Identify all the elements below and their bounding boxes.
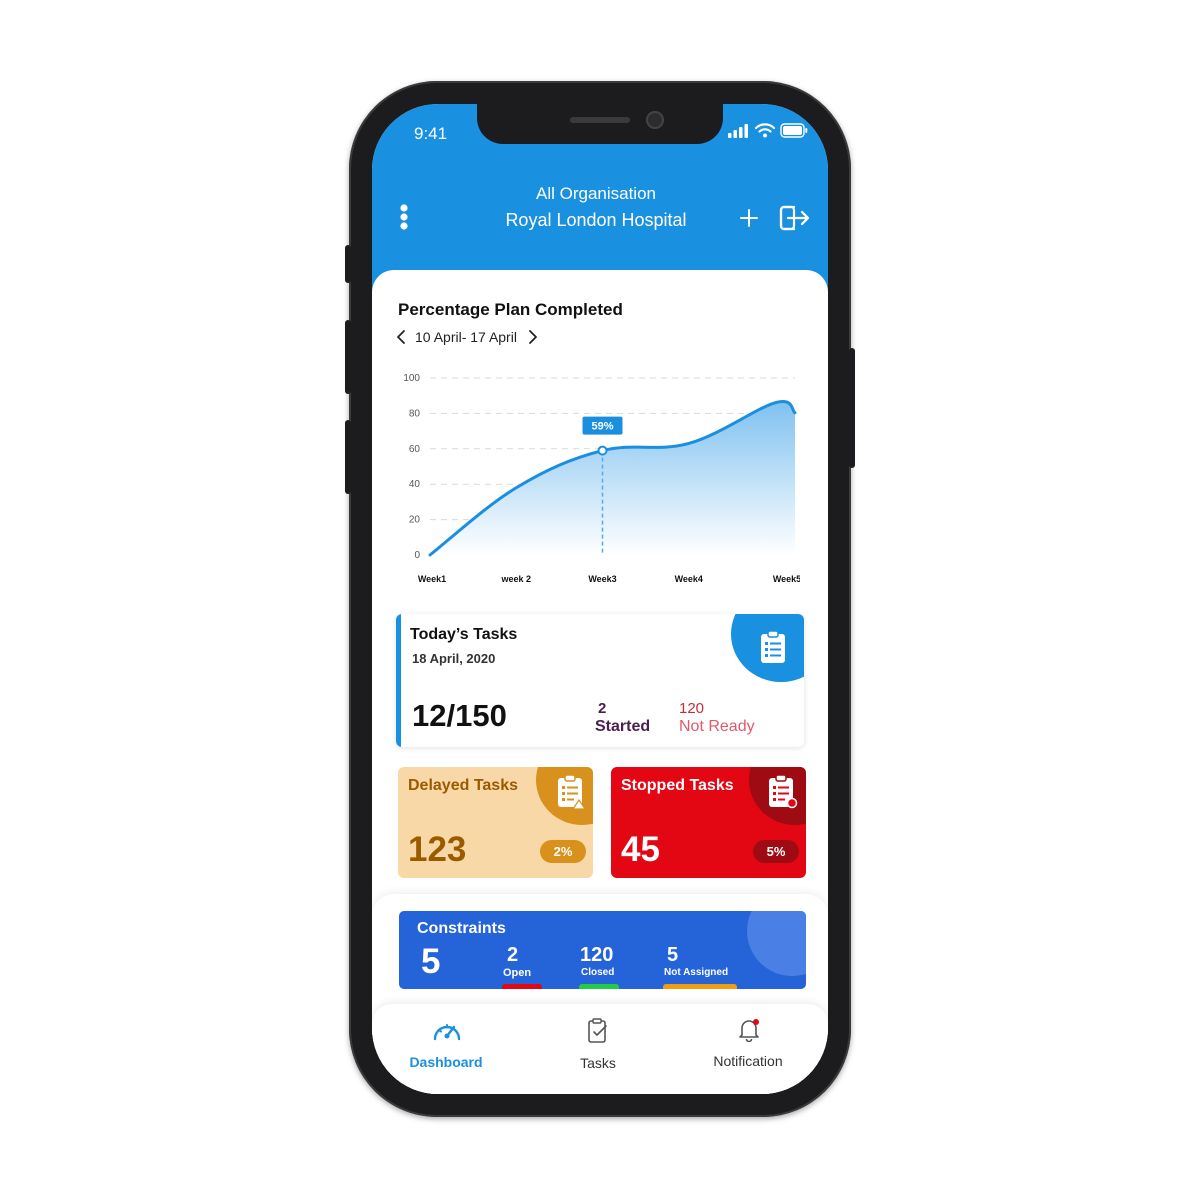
nav-dashboard-label: Dashboard xyxy=(409,1054,483,1070)
y-tick-label: 100 xyxy=(403,373,420,384)
phone-mute-switch xyxy=(345,245,351,283)
y-tick-label: 0 xyxy=(414,550,420,561)
nav-tasks[interactable]: Tasks xyxy=(548,1014,648,1074)
y-tick-label: 20 xyxy=(409,515,421,526)
status-time: 9:41 xyxy=(414,124,448,143)
delayed-tasks-title: Delayed Tasks xyxy=(408,777,518,794)
delayed-clipboard-icon xyxy=(556,774,588,810)
not-ready-label: Not Ready xyxy=(679,718,755,735)
logout-button[interactable] xyxy=(778,204,810,232)
not-ready-value: 120 xyxy=(679,700,705,717)
constraints-closed-value: 120 xyxy=(580,944,614,966)
clipboard-icon xyxy=(759,630,787,664)
not-assigned-indicator-bar xyxy=(663,984,737,989)
y-tick-label: 40 xyxy=(409,479,421,490)
stopped-tasks-value: 45 xyxy=(621,830,660,869)
x-tick-label: Week5 xyxy=(773,574,800,584)
constraints-card[interactable]: Constraints 5 2 Open 120 Closed 5 Not As… xyxy=(399,911,806,989)
todays-tasks-title: Today’s Tasks xyxy=(410,626,518,643)
x-tick-label: Week1 xyxy=(418,574,446,584)
constraints-total: 5 xyxy=(421,942,441,981)
phone-volume-up xyxy=(345,320,351,394)
next-week-button[interactable] xyxy=(527,329,539,345)
speaker-grille xyxy=(570,117,630,123)
constraints-title: Constraints xyxy=(417,920,506,937)
constraints-not-assigned-label: Not Assigned xyxy=(664,967,729,978)
constraints-open-label: Open xyxy=(503,967,532,979)
wifi-icon xyxy=(754,123,776,138)
tasks-icon xyxy=(586,1018,610,1044)
stopped-tasks-title: Stopped Tasks xyxy=(621,777,734,794)
phone-volume-down xyxy=(345,420,351,494)
constraints-open-value: 2 xyxy=(507,944,519,966)
phone-screen: 9:41 All Organisation Royal London Hospi… xyxy=(372,104,828,1094)
chart-highlight-label: 59% xyxy=(591,421,613,433)
stopped-percent-badge: 5% xyxy=(753,840,799,863)
stopped-clipboard-icon xyxy=(767,774,799,810)
open-indicator-bar xyxy=(502,984,542,989)
signal-icon xyxy=(728,124,750,138)
todays-tasks-date: 18 April, 2020 xyxy=(412,651,496,666)
phone-power-button xyxy=(849,348,855,468)
phone-notch xyxy=(477,104,723,144)
x-tick-label: Week3 xyxy=(588,574,616,584)
date-range-label: 10 April- 17 April xyxy=(415,329,517,345)
plan-completed-chart: 100 80 60 40 20 0 59% Week1 week 2 Week3 Week4 We… xyxy=(403,373,800,584)
delayed-percent-badge: 2% xyxy=(540,840,586,863)
nav-notification[interactable]: Notification xyxy=(698,1014,798,1074)
speedometer-icon xyxy=(432,1019,462,1043)
nav-notification-label: Notification xyxy=(713,1053,783,1069)
closed-indicator-bar xyxy=(579,984,619,989)
delayed-tasks-card[interactable]: Delayed Tasks 123 2% xyxy=(398,767,593,878)
x-tick-label: Week4 xyxy=(675,574,703,584)
card-accent-bar xyxy=(396,614,401,747)
nav-tasks-label: Tasks xyxy=(580,1055,616,1071)
add-button[interactable] xyxy=(738,207,760,229)
started-label: Started xyxy=(595,718,651,735)
started-value: 2 xyxy=(598,700,607,717)
battery-icon xyxy=(780,123,808,138)
y-tick-label: 80 xyxy=(409,408,421,419)
stopped-tasks-card[interactable]: Stopped Tasks 45 5% xyxy=(611,767,806,878)
y-tick-label: 60 xyxy=(409,444,421,455)
constraints-decor-circle xyxy=(747,911,806,976)
prev-week-button[interactable] xyxy=(395,329,407,345)
todays-tasks-count: 12/150 xyxy=(412,698,507,733)
constraints-closed-label: Closed xyxy=(581,967,615,978)
chart-title: Percentage Plan Completed xyxy=(398,300,623,319)
constraints-not-assigned-value: 5 xyxy=(667,944,679,966)
nav-dashboard[interactable]: Dashboard xyxy=(396,1014,496,1074)
organisation-label[interactable]: All Organisation xyxy=(372,184,820,204)
bell-icon xyxy=(737,1016,761,1043)
delayed-tasks-value: 123 xyxy=(408,830,467,869)
todays-tasks-card[interactable]: Today’s Tasks 18 April, 2020 12/150 2 St… xyxy=(396,614,804,747)
x-tick-label: week 2 xyxy=(500,574,531,584)
chart-highlight-point[interactable] xyxy=(597,445,608,456)
front-camera xyxy=(646,111,664,129)
